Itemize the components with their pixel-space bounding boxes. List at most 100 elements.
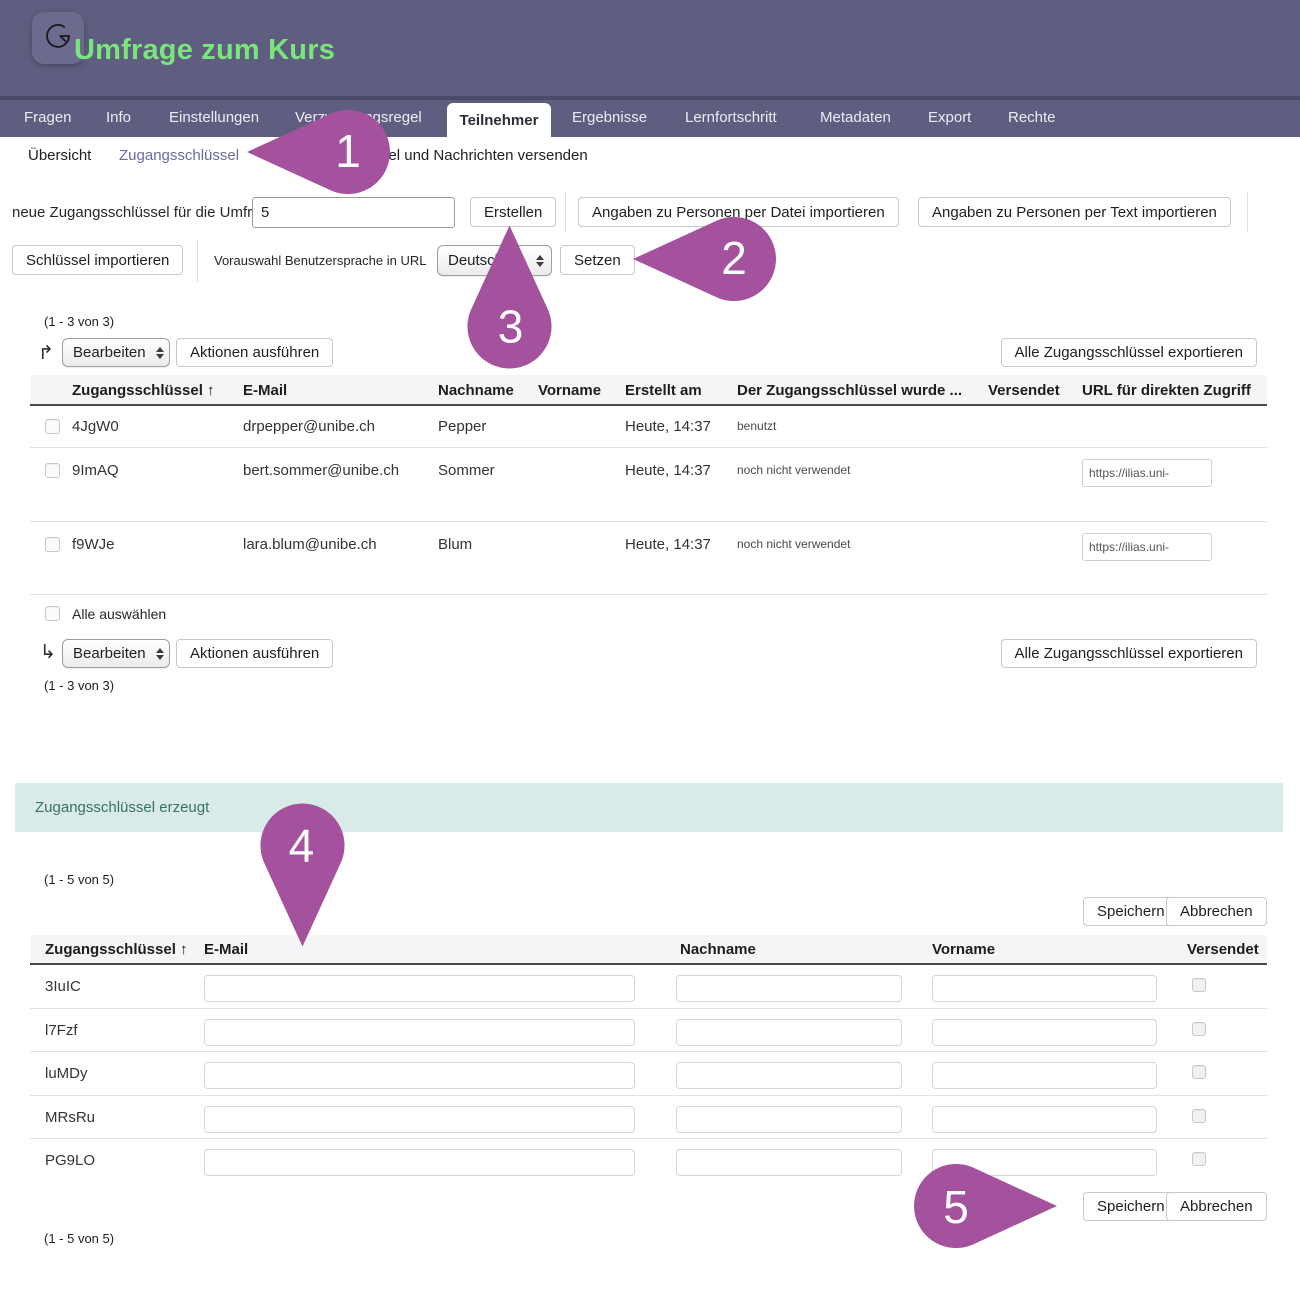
subtab-zugangsschluessel[interactable]: Zugangsschlüssel (119, 147, 239, 164)
tab-verzweigungsregel[interactable]: Verzweigungsregel (295, 109, 422, 126)
table2-range-bottom: (1 - 5 von 5) (44, 1231, 114, 1246)
tab-lernfortschritt[interactable]: Lernfortschritt (685, 109, 777, 126)
table-row: 3IuIC (30, 965, 1267, 1009)
select-all-checkbox[interactable] (45, 606, 60, 621)
save-button-top[interactable]: Speichern (1083, 897, 1179, 926)
table1-col-created[interactable]: Erstellt am (625, 382, 702, 399)
create-keys-button[interactable]: Erstellen (470, 197, 556, 227)
row-checkbox[interactable] (45, 463, 60, 478)
form-divider-1 (565, 192, 566, 232)
key-cell: PG9LO (45, 1152, 95, 1169)
sent-checkbox[interactable] (1192, 1109, 1206, 1123)
execute-actions-button-bottom[interactable]: Aktionen ausführen (176, 639, 333, 668)
row-checkbox[interactable] (45, 537, 60, 552)
table1-col-used[interactable]: Der Zugangsschlüssel wurde ... (737, 382, 962, 399)
tab-metadaten[interactable]: Metadaten (820, 109, 891, 126)
import-persons-text-button[interactable]: Angaben zu Personen per Text importieren (918, 197, 1231, 227)
table1-col-email[interactable]: E-Mail (243, 382, 287, 399)
sent-checkbox[interactable] (1192, 1022, 1206, 1036)
execute-actions-button-top[interactable]: Aktionen ausführen (176, 338, 333, 367)
success-message-text: Zugangsschlüssel erzeugt (35, 799, 209, 816)
sent-checkbox[interactable] (1192, 1065, 1206, 1079)
language-select-value: Deutsch (448, 252, 503, 269)
table1-col-firstname[interactable]: Vorname (538, 382, 601, 399)
direct-access-url-input[interactable] (1082, 459, 1212, 487)
ilias-logo-icon (43, 21, 73, 56)
table2-col-email[interactable]: E-Mail (204, 941, 248, 958)
created-cell: Heute, 14:37 (625, 462, 711, 479)
lastname-input[interactable] (676, 975, 902, 1002)
tab-fragen[interactable]: Fragen (24, 109, 72, 126)
table2-col-firstname[interactable]: Vorname (932, 941, 995, 958)
set-language-button[interactable]: Setzen (560, 245, 635, 275)
table-row: luMDy (30, 1052, 1267, 1096)
new-keys-label: neue Zugangsschlüssel für die Umfrage (12, 204, 277, 221)
table1-header-row: Zugangsschlüssel ↑ E-Mail Nachname Vorna… (30, 375, 1267, 406)
tab-export[interactable]: Export (928, 109, 971, 126)
key-cell: 3IuIC (45, 978, 81, 995)
table1-col-key[interactable]: Zugangsschlüssel ↑ (72, 382, 215, 399)
table1-col-url[interactable]: URL für direkten Zugriff (1082, 382, 1251, 399)
tab-einstellungen[interactable]: Einstellungen (169, 109, 259, 126)
import-persons-file-button[interactable]: Angaben zu Personen per Datei importiere… (578, 197, 899, 227)
row-checkbox[interactable] (45, 419, 60, 434)
success-message: Zugangsschlüssel erzeugt (15, 783, 1283, 832)
direct-access-url-input[interactable] (1082, 533, 1212, 561)
lastname-input[interactable] (676, 1149, 902, 1176)
save-button-bottom[interactable]: Speichern (1083, 1192, 1179, 1221)
subtab-uebersicht[interactable]: Übersicht (28, 147, 91, 164)
firstname-input[interactable] (932, 975, 1157, 1002)
cancel-button-top[interactable]: Abbrechen (1166, 897, 1267, 926)
firstname-input[interactable] (932, 1019, 1157, 1046)
form-divider-3 (197, 240, 198, 282)
table2-col-sent[interactable]: Versendet (1187, 941, 1259, 958)
tab-teilnehmer-active[interactable]: Teilnehmer (447, 103, 551, 137)
firstname-input[interactable] (932, 1106, 1157, 1133)
import-keys-button[interactable]: Schlüssel importieren (12, 245, 183, 275)
table1-action-select-bottom[interactable]: Bearbeiten (62, 639, 170, 668)
annotation-marker-2: 2 (633, 217, 776, 301)
sort-asc-icon: ↑ (207, 382, 215, 399)
sent-checkbox[interactable] (1192, 1152, 1206, 1166)
lastname-cell: Blum (438, 536, 472, 553)
table2-col-lastname[interactable]: Nachname (680, 941, 756, 958)
form-divider-2 (1247, 192, 1248, 232)
marker-number: 3 (498, 300, 524, 354)
key-cell: 9ImAQ (72, 462, 119, 479)
email-input[interactable] (204, 975, 635, 1002)
export-all-keys-button-top[interactable]: Alle Zugangsschlüssel exportieren (1001, 338, 1257, 367)
lastname-input[interactable] (676, 1062, 902, 1089)
email-input[interactable] (204, 1149, 635, 1176)
lastname-input[interactable] (676, 1019, 902, 1046)
new-keys-count-input[interactable] (252, 197, 455, 228)
tab-info[interactable]: Info (106, 109, 131, 126)
table2-header-row: Zugangsschlüssel ↑ E-Mail Nachname Vorna… (30, 935, 1267, 965)
firstname-input[interactable] (932, 1149, 1157, 1176)
table1-range-top: (1 - 3 von 3) (44, 314, 114, 329)
sent-checkbox[interactable] (1192, 978, 1206, 992)
firstname-input[interactable] (932, 1062, 1157, 1089)
key-cell: MRsRu (45, 1109, 95, 1126)
table-row: l7Fzf (30, 1009, 1267, 1052)
table1-action-select-top[interactable]: Bearbeiten (62, 338, 170, 367)
select-updown-icon (536, 255, 544, 267)
tab-ergebnisse[interactable]: Ergebnisse (572, 109, 647, 126)
email-cell: drpepper@unibe.ch (243, 418, 375, 435)
survey-participants-page: Umfrage zum Kurs Fragen Info Einstellung… (0, 0, 1300, 1300)
main-tabbar: Fragen Info Einstellungen Verzweigungsre… (0, 100, 1300, 137)
table1-action-select-top-value: Bearbeiten (73, 344, 146, 361)
marker-number: 2 (721, 231, 747, 285)
subtab-nachrichten-versenden[interactable]: Zugangsschlüssel und Nachrichten versend… (280, 147, 588, 164)
tab-rechte[interactable]: Rechte (1008, 109, 1056, 126)
table1-col-lastname[interactable]: Nachname (438, 382, 514, 399)
export-all-keys-button-bottom[interactable]: Alle Zugangsschlüssel exportieren (1001, 639, 1257, 668)
email-input[interactable] (204, 1062, 635, 1089)
lastname-input[interactable] (676, 1106, 902, 1133)
table1-range-bottom: (1 - 3 von 3) (44, 678, 114, 693)
table1-col-sent[interactable]: Versendet (988, 382, 1060, 399)
language-select[interactable]: Deutsch (437, 245, 552, 276)
email-input[interactable] (204, 1106, 635, 1133)
cancel-button-bottom[interactable]: Abbrechen (1166, 1192, 1267, 1221)
table2-col-key[interactable]: Zugangsschlüssel ↑ (45, 941, 188, 958)
email-input[interactable] (204, 1019, 635, 1046)
